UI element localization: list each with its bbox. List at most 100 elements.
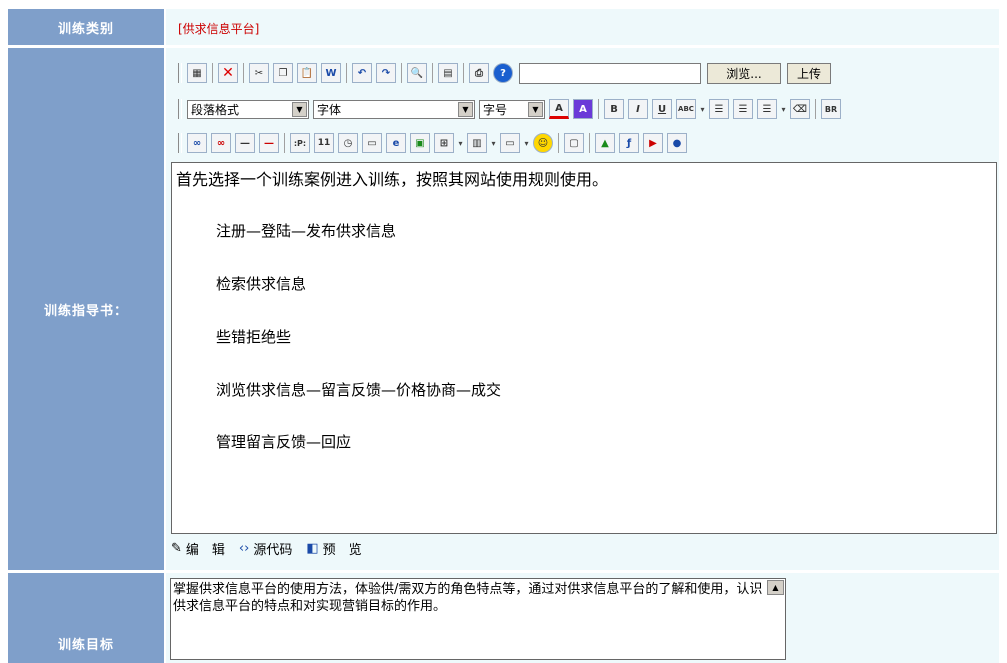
table-icon[interactable]: ⊞ [434, 133, 454, 153]
guide-editor-cell: ▦ ✕ ✂ ❐ 📋 W ↶ ↷ 🔍 ▤ ⎙ ? 浏览... 上传 段落格式 ▼ 字… [166, 48, 999, 570]
goal-cell: 掌握供求信息平台的使用方法，体验供/需双方的角色特点等，通过对供求信息平台的了解… [166, 573, 999, 663]
goal-text: 掌握供求信息平台的使用方法，体验供/需双方的角色特点等，通过对供求信息平台的了解… [173, 582, 763, 614]
editor-mode-bar: ✎ 编 辑 ‹› 源代码 ◧ 预 览 [171, 536, 362, 560]
image-icon[interactable]: ▣ [410, 133, 430, 153]
editor-toolbar-3: ∞ ∞ — — :P: 11 ◷ ▭ e ▣ ⊞ ▾ ▥ ▾ ▭ ▾ ☺ ▢ ▲… [172, 130, 998, 156]
paragraph-icon[interactable]: :P: [290, 133, 310, 153]
goal-textarea[interactable]: 掌握供求信息平台的使用方法，体验供/需双方的角色特点等，通过对供求信息平台的了解… [170, 578, 786, 660]
real-media-icon[interactable]: ● [667, 133, 687, 153]
chevron-down-icon: ▼ [292, 101, 307, 117]
table-props-icon[interactable]: ▤ [438, 63, 458, 83]
font-select[interactable]: 字体 ▼ [313, 99, 475, 119]
cut-icon[interactable]: ✂ [249, 63, 269, 83]
background-color-icon[interactable]: A [573, 99, 593, 119]
toolbar-grip [178, 99, 182, 119]
copy-icon[interactable]: ❐ [273, 63, 293, 83]
category-value: [供求信息平台] [178, 22, 260, 36]
form-icon[interactable]: ▥ [467, 133, 487, 153]
code-icon: ‹› [238, 540, 250, 556]
paragraph-format-select[interactable]: 段落格式 ▼ [187, 99, 309, 119]
tab-source[interactable]: ‹› 源代码 [239, 539, 292, 558]
scroll-up-icon[interactable]: ▲ [767, 580, 784, 595]
preview-icon: ◧ [306, 540, 319, 556]
toolbar-divider [346, 63, 347, 83]
editor-line: 浏览供求信息—留言反馈—价格协商—成交 [216, 381, 502, 399]
category-label-text: 训练类别 [57, 21, 114, 37]
toolbar-divider [432, 63, 433, 83]
paste-word-icon[interactable]: W [321, 63, 341, 83]
tab-edit-label: 编 辑 [185, 542, 225, 558]
comment-icon[interactable]: ▢ [564, 133, 584, 153]
editor-toolbar-2: 段落格式 ▼ 字体 ▼ 字号 ▼ A A B I U ABC ▾ ☰ ☰ ☰ ▾ ⌫ … [172, 96, 998, 122]
goal-label-text: 训练目标 [57, 637, 114, 653]
font-color-icon[interactable]: A [549, 99, 569, 119]
select-all-icon[interactable]: ▦ [187, 63, 207, 83]
guide-label: 训练指导书： [8, 48, 164, 570]
strikethrough-icon[interactable]: ABC [676, 99, 696, 119]
input-field-icon[interactable]: ▭ [500, 133, 520, 153]
toolbar-divider [212, 63, 213, 83]
underline-icon[interactable]: U [652, 99, 672, 119]
browse-button[interactable]: 浏览... [707, 62, 781, 84]
toolbar-divider [815, 99, 816, 119]
editor-line: 些错拒绝些 [216, 328, 292, 346]
align-left-icon[interactable]: ☰ [709, 99, 729, 119]
category-label: 训练类别 [8, 9, 164, 45]
goal-label: 训练目标 [8, 573, 164, 663]
flash-icon[interactable]: ƒ [619, 133, 639, 153]
editor-line: 注册—登陆—发布供求信息 [216, 222, 397, 240]
toolbar-divider [463, 63, 464, 83]
undo-icon[interactable]: ↶ [352, 63, 372, 83]
tab-preview[interactable]: ◧ 预 览 [306, 539, 361, 558]
emoticon-icon[interactable]: ☺ [533, 133, 553, 153]
unlink-icon[interactable]: ∞ [211, 133, 231, 153]
page-icon[interactable]: ▭ [362, 133, 382, 153]
chevron-down-icon[interactable]: ▾ [456, 133, 465, 153]
clock-icon[interactable]: ◷ [338, 133, 358, 153]
toolbar-grip [178, 63, 182, 83]
italic-icon[interactable]: I [628, 99, 648, 119]
calendar-icon[interactable]: 11 [314, 133, 334, 153]
link-icon[interactable]: ∞ [187, 133, 207, 153]
editor-line: 管理留言反馈—回应 [216, 433, 352, 451]
chevron-down-icon[interactable]: ▾ [489, 133, 498, 153]
web-icon[interactable]: e [386, 133, 406, 153]
align-right-icon[interactable]: ☰ [757, 99, 777, 119]
eraser-icon[interactable]: ⌫ [790, 99, 810, 119]
upload-file-input[interactable] [519, 62, 701, 84]
toolbar-divider [243, 63, 244, 83]
chevron-down-icon: ▼ [528, 101, 543, 117]
print-icon[interactable]: ⎙ [469, 63, 489, 83]
editor-line: 首先选择一个训练案例进入训练，按照其网站使用规则使用。 [176, 170, 609, 189]
find-icon[interactable]: 🔍 [407, 63, 427, 83]
upload-button[interactable]: 上传 [787, 62, 831, 84]
pencil-icon: ✎ [171, 540, 182, 556]
delete-icon[interactable]: ✕ [218, 63, 238, 83]
paste-icon[interactable]: 📋 [297, 63, 317, 83]
line-break-icon[interactable]: BR [821, 99, 841, 119]
horizontal-rule-icon[interactable]: — [235, 133, 255, 153]
font-size-value: 字号 [483, 102, 508, 117]
category-value-cell: [供求信息平台] [166, 9, 999, 45]
editor-line: 检索供求信息 [216, 275, 307, 293]
editor-toolbar-1: ▦ ✕ ✂ ❐ 📋 W ↶ ↷ 🔍 ▤ ⎙ ? 浏览... 上传 [172, 60, 998, 86]
align-center-icon[interactable]: ☰ [733, 99, 753, 119]
bold-icon[interactable]: B [604, 99, 624, 119]
chevron-down-icon[interactable]: ▾ [522, 133, 531, 153]
toolbar-divider [558, 133, 559, 153]
tab-edit[interactable]: ✎ 编 辑 [171, 539, 225, 558]
chevron-down-icon[interactable]: ▾ [698, 99, 707, 119]
horizontal-rule-red-icon[interactable]: — [259, 133, 279, 153]
media-icon[interactable]: ▶ [643, 133, 663, 153]
help-icon[interactable]: ? [493, 63, 513, 83]
redo-icon[interactable]: ↷ [376, 63, 396, 83]
guide-label-text: 训练指导书： [43, 303, 128, 319]
rich-text-editor[interactable]: 首先选择一个训练案例进入训练，按照其网站使用规则使用。 注册—登陆—发布供求信息… [171, 162, 997, 534]
font-size-select[interactable]: 字号 ▼ [479, 99, 545, 119]
paragraph-format-value: 段落格式 [191, 102, 240, 117]
chevron-down-icon: ▼ [458, 101, 473, 117]
toolbar-divider [284, 133, 285, 153]
picture-icon[interactable]: ▲ [595, 133, 615, 153]
toolbar-divider [589, 133, 590, 153]
chevron-down-icon[interactable]: ▾ [779, 99, 788, 119]
